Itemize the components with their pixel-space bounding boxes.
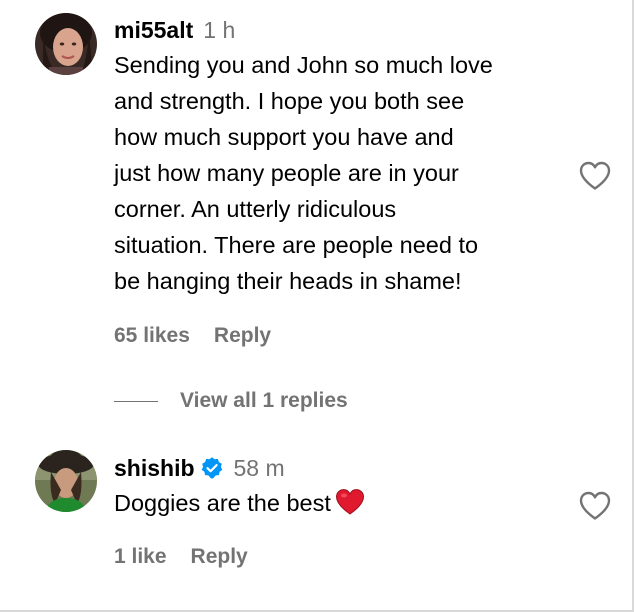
comment-text-line: be hanging their heads in shame! [114,268,462,294]
view-replies-label: View all 1 replies [180,389,348,412]
timestamp: 1 h [203,17,236,43]
timestamp: 58 m [233,455,285,481]
comment-header: mi55alt 1 h [114,15,564,45]
reply-button[interactable]: Reply [214,324,271,348]
like-button[interactable] [579,161,611,191]
comment-text-line: situation. There are people need to [114,232,479,258]
comment-item: mi55alt 1 h Sending you and John so much… [0,0,634,370]
comment-text-line: Sending you and John so much love [114,52,493,78]
heart-outline-icon [579,161,611,190]
comment-meta: 1 like Reply [114,545,248,569]
avatar[interactable] [35,450,97,512]
heart-outline-icon [579,491,611,520]
red-heart-emoji [335,488,365,516]
reply-button[interactable]: Reply [191,545,248,569]
likes-count[interactable]: 1 like [114,545,167,569]
avatar[interactable] [35,13,97,75]
comment-text-line: how much support you have and [114,124,454,150]
username[interactable]: shishib [114,453,195,483]
username[interactable]: mi55alt [114,15,193,45]
likes-count[interactable]: 65 likes [114,324,190,348]
comment-text: Sending you and John so much love and st… [114,47,564,299]
comment-text-content: Doggies are the best [114,490,331,516]
comment-text-line: Doggies are the best [114,485,564,521]
comment-item: shishib 58 m Doggies are the best 1 like [0,440,634,610]
comment-meta: 65 likes Reply [114,324,271,348]
comment-text-line: just how many people are in your [114,160,459,186]
comment-text-line: and strength. I hope you both see [114,88,465,114]
verified-badge-icon [200,456,224,480]
view-replies-button[interactable]: View all 1 replies [114,389,348,413]
like-button[interactable] [579,491,611,521]
comment-text: Doggies are the best [114,485,564,521]
comment-text-line: corner. An utterly ridiculous [114,196,397,222]
replies-divider [114,400,158,402]
comments-panel: mi55alt 1 h Sending you and John so much… [0,0,634,612]
comment-header: shishib 58 m [114,453,564,483]
